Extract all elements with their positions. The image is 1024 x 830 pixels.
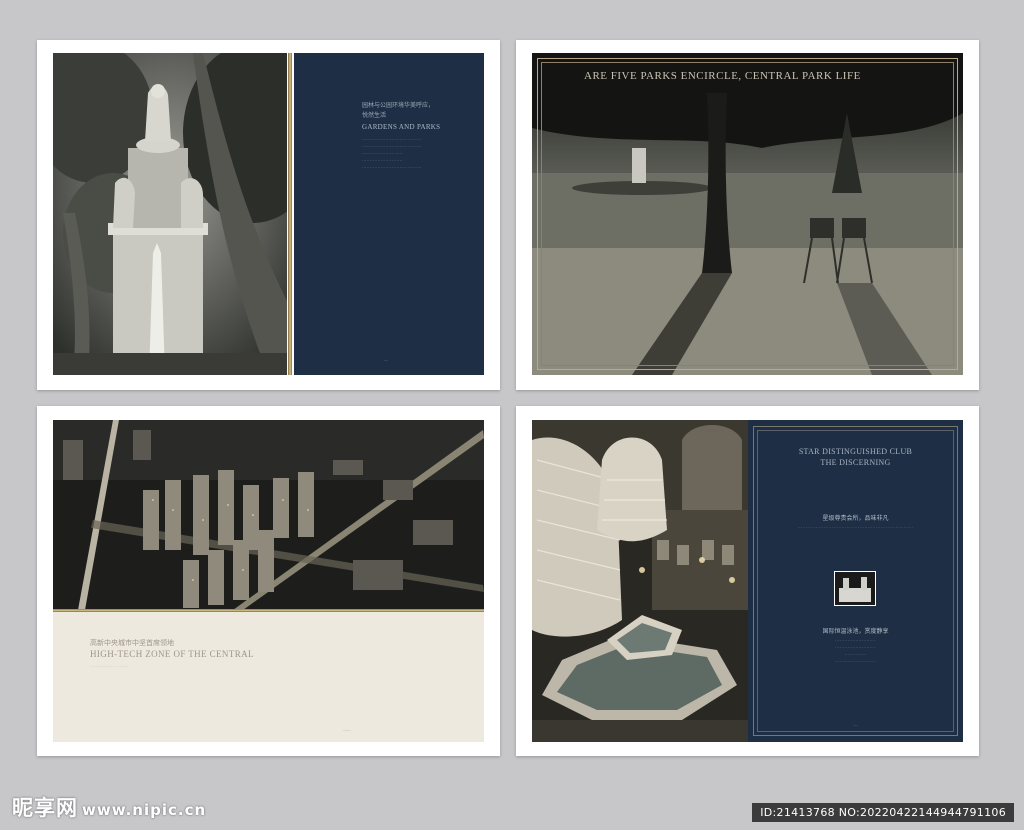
body-line: ······································ xyxy=(362,144,422,149)
body-text: ······································ ·… xyxy=(362,136,422,171)
body-line: ·························· xyxy=(835,659,876,664)
site-watermark-logo: 昵享网 www.nipic.cn xyxy=(12,792,206,822)
park-tree-photo xyxy=(532,53,963,375)
city-aerial-photo xyxy=(53,420,484,610)
navy-text-panel: STAR DISTINGUISHED CLUB THE DISCERNING 星… xyxy=(748,420,963,742)
city-aerial-image xyxy=(53,420,484,610)
body-line: ·············· xyxy=(844,652,867,657)
cn-title-line2: 悦然生活 xyxy=(362,113,387,119)
cn-title: 高新中央城市中坚首席领地 xyxy=(90,639,174,647)
en-title: HIGH-TECH ZONE OF THE CENTRAL xyxy=(90,649,254,659)
body-line: ·························· xyxy=(362,151,403,156)
gold-divider xyxy=(288,53,292,375)
navy-text-panel: 园林与公园环境华美呼应， 悦然生活 GARDENS AND PARKS ····… xyxy=(294,53,484,375)
cn-heading1: 星级尊贵会所，品味非凡 xyxy=(822,516,889,522)
body-line: ········································… xyxy=(797,525,914,530)
page-number: — xyxy=(853,722,858,727)
body-line: ·························· xyxy=(362,158,403,163)
body-line: ·························· xyxy=(835,645,876,650)
club-thumbnail-image xyxy=(835,572,875,605)
body-line: ······································ xyxy=(362,165,422,170)
watermark-logo-text: 昵享网 xyxy=(12,796,78,820)
panel2-headline: ARE FIVE PARKS ENCIRCLE, CENTRAL PARK LI… xyxy=(584,70,861,82)
panel-central-park-life: ARE FIVE PARKS ENCIRCLE, CENTRAL PARK LI… xyxy=(516,40,979,390)
statue-fountain-image xyxy=(53,53,287,375)
sub-line: ········· ········· ········· xyxy=(90,664,128,669)
panel-gardens-and-parks: 园林与公园环境华美呼应， 悦然生活 GARDENS AND PARKS ····… xyxy=(37,40,500,390)
en-title: GARDENS AND PARKS xyxy=(362,123,441,131)
image-id-strip: ID:21413768 NO:20220422144944791106 xyxy=(752,803,1014,822)
cn-heading2: 国际恒温泳池，赏度静享 xyxy=(822,629,889,635)
club-chandelier-photo xyxy=(532,420,748,742)
body-text-2: ·························· ·············… xyxy=(748,637,963,665)
panel-high-tech-zone: 高新中央城市中坚首席领地 HIGH-TECH ZONE OF THE CENTR… xyxy=(37,406,500,756)
club-thumbnail xyxy=(834,571,876,606)
park-tree-image xyxy=(532,53,963,375)
en-title-line1: STAR DISTINGUISHED CLUB xyxy=(798,447,913,456)
page-number: — xyxy=(384,357,388,362)
statue-fountain-photo xyxy=(53,53,287,375)
cn-title-line1: 园林与公园环境华美呼应， xyxy=(362,103,435,109)
panel-star-club: STAR DISTINGUISHED CLUB THE DISCERNING 星… xyxy=(516,406,979,756)
body-line: ······································ xyxy=(362,137,422,142)
page-number: —— xyxy=(343,727,351,732)
cream-text-panel: 高新中央城市中坚首席领地 HIGH-TECH ZONE OF THE CENTR… xyxy=(53,612,484,742)
club-chandelier-image xyxy=(532,420,748,742)
en-title-line2: THE DISCERNING xyxy=(820,458,891,467)
watermark-url: www.nipic.cn xyxy=(82,801,207,819)
body-line: ·························· xyxy=(835,638,876,643)
